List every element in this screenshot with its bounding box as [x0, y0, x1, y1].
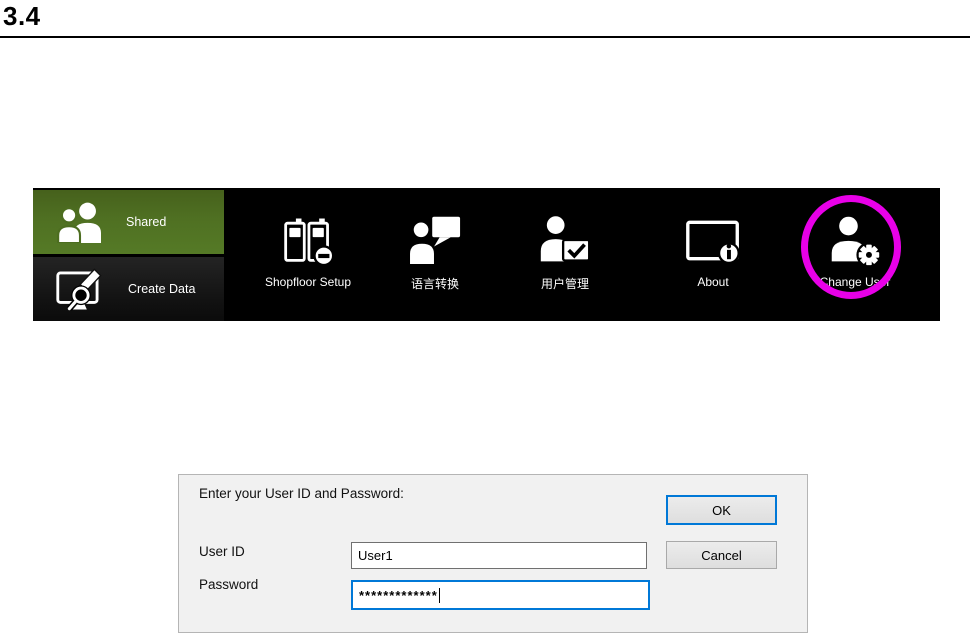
cancel-button[interactable]: Cancel	[666, 541, 777, 569]
toolbar-item-language-switch[interactable]: 语言转换	[370, 206, 500, 316]
sidebar-item-label: Create Data	[128, 282, 196, 296]
about-icon	[686, 220, 740, 265]
section-heading: 3.4	[3, 1, 41, 31]
shopfloor-setup-icon	[284, 218, 335, 266]
sidebar-item-label: Shared	[126, 215, 167, 229]
login-dialog: Enter your User ID and Password: OK Canc…	[178, 474, 808, 633]
create-data-icon	[56, 268, 102, 311]
dialog-prompt: Enter your User ID and Password:	[199, 486, 404, 501]
ok-button[interactable]: OK	[666, 495, 777, 525]
sidebar-item-create-data[interactable]: Create Data	[33, 257, 224, 321]
language-switch-icon	[409, 216, 461, 266]
manual-page: 3.4 Shared Create Data Shopfloor Setup 语…	[0, 0, 970, 634]
password-input[interactable]: *************	[351, 580, 650, 610]
toolbar-item-label: 用户管理	[540, 277, 589, 291]
toolbar-item-label: Shopfloor Setup	[264, 275, 352, 289]
password-label: Password	[199, 577, 259, 592]
user-id-label: User ID	[199, 544, 245, 559]
toolbar-sidebar: Shared Create Data	[33, 188, 224, 321]
user-management-icon	[540, 216, 591, 262]
heading-rule	[0, 36, 970, 38]
text-caret	[438, 587, 440, 603]
people-icon	[57, 202, 101, 243]
toolbar-item-change-user[interactable]: Change User	[790, 206, 920, 316]
toolbar-item-shopfloor-setup[interactable]: Shopfloor Setup	[243, 206, 373, 316]
user-id-input[interactable]: User1	[351, 542, 647, 569]
sidebar-item-shared[interactable]: Shared	[33, 190, 224, 254]
toolbar-item-label: Change User	[819, 275, 891, 289]
toolbar-item-label: About	[697, 275, 729, 289]
user-id-value: User1	[358, 548, 393, 563]
app-toolbar: Shared Create Data Shopfloor Setup 语言转换 …	[33, 188, 940, 321]
password-masked-value: *************	[359, 587, 438, 603]
toolbar-item-about[interactable]: About	[648, 206, 778, 316]
toolbar-item-label: 语言转换	[410, 277, 459, 291]
change-user-icon	[831, 216, 882, 266]
toolbar-item-user-management[interactable]: 用户管理	[500, 206, 630, 316]
